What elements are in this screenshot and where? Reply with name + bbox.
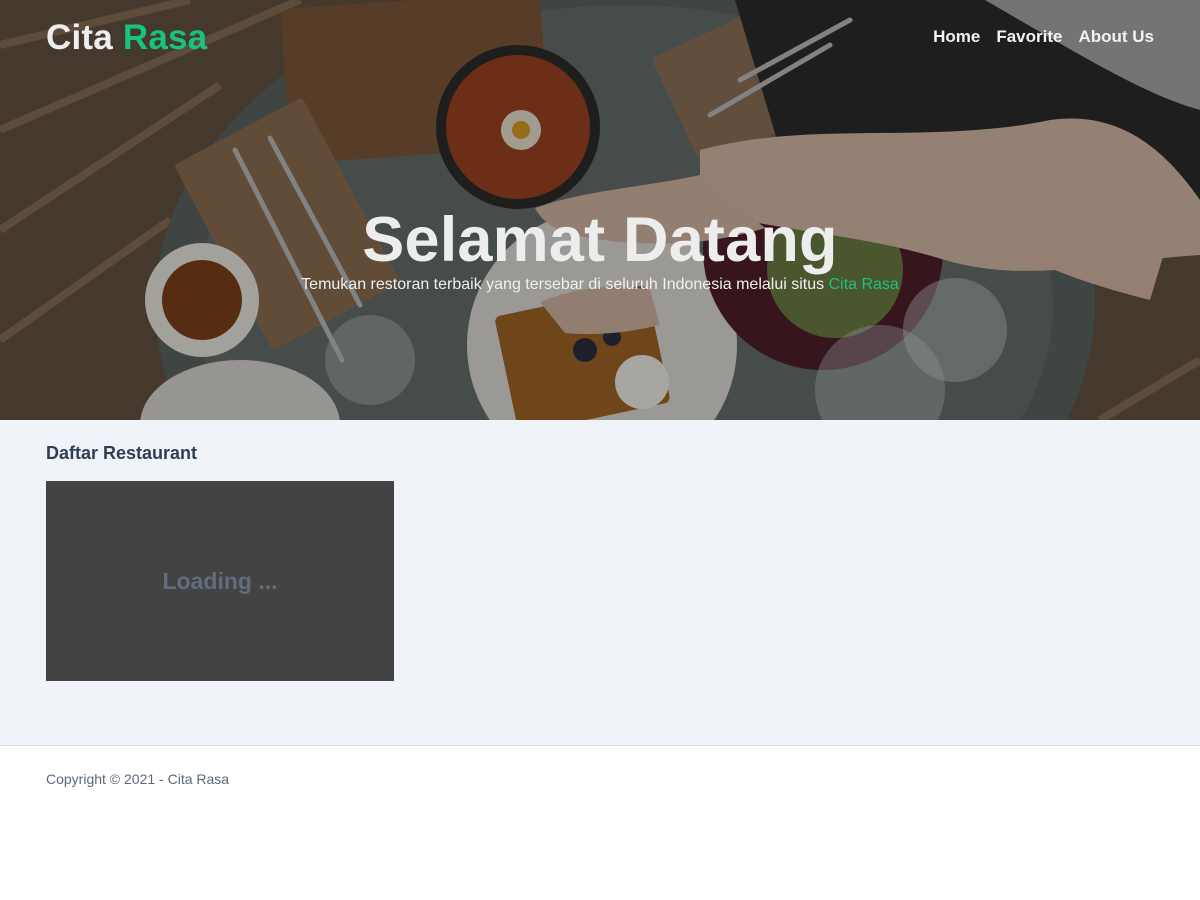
hero-content: Selamat Datang Temukan restoran terbaik …: [0, 205, 1200, 295]
restaurant-list-title: Daftar Restaurant: [46, 443, 198, 463]
hero-title: Selamat Datang: [362, 205, 838, 275]
brand-name-accent: Rasa: [122, 18, 208, 57]
hero-subtitle-text: Temukan restoran terbaik yang tersebar d…: [301, 276, 825, 293]
hero-subtitle: Temukan restoran terbaik yang tersebar d…: [0, 275, 1200, 295]
loading-message: Loading ...: [162, 567, 278, 594]
nav-links: Home Favorite About Us: [933, 27, 1154, 47]
nav-about-us-link[interactable]: About Us: [1078, 27, 1154, 47]
copyright-text: Copyright © 2021 - Cita Rasa: [46, 771, 230, 787]
nav-home-link[interactable]: Home: [933, 27, 980, 47]
nav-favorite-link[interactable]: Favorite: [996, 27, 1062, 47]
restaurant-loading-card: Loading ...: [46, 481, 394, 681]
brand-name-first: Cita: [46, 18, 113, 57]
hero-banner: Cita Rasa Home Favorite About Us Selamat…: [0, 0, 1200, 420]
hero-subtitle-brand: Cita Rasa: [828, 276, 899, 293]
main-navigation: Cita Rasa Home Favorite About Us: [0, 0, 1200, 80]
brand-logo[interactable]: Cita Rasa: [46, 18, 207, 58]
site-footer: Copyright © 2021 - Cita Rasa: [0, 745, 1200, 900]
restaurant-list-section: Daftar Restaurant Loading ...: [0, 420, 1200, 745]
